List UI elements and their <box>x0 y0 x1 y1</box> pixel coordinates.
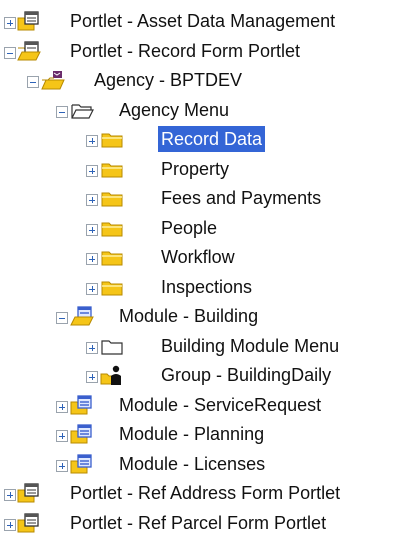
expand-toggle-icon[interactable] <box>56 430 68 442</box>
tree-item-label[interactable]: Portlet - Ref Address Form Portlet <box>67 480 343 506</box>
tree-item-label[interactable]: Module - Planning <box>116 421 267 447</box>
expand-toggle-icon[interactable] <box>86 283 98 295</box>
tree-item[interactable]: Portlet - Ref Parcel Form Portlet <box>0 510 414 539</box>
tree-item-label[interactable]: Building Module Menu <box>158 333 342 359</box>
tree-item[interactable]: People <box>0 215 414 244</box>
portlet-icon <box>17 10 41 32</box>
collapse-toggle-icon[interactable] <box>4 47 16 59</box>
expand-toggle-icon[interactable] <box>56 401 68 413</box>
tree-item[interactable]: Agency - BPTDEV <box>0 67 414 96</box>
tree-item-label[interactable]: Module - ServiceRequest <box>116 392 324 418</box>
folder-icon <box>100 217 124 239</box>
tree-item-label[interactable]: Agency - BPTDEV <box>91 67 245 93</box>
folder-icon <box>100 276 124 298</box>
expand-toggle-icon[interactable] <box>86 342 98 354</box>
expand-toggle-icon[interactable] <box>4 519 16 531</box>
tree-item[interactable]: Module - ServiceRequest <box>0 392 414 421</box>
tree-item[interactable]: Property <box>0 156 414 185</box>
tree-item[interactable]: Fees and Payments <box>0 185 414 214</box>
tree-item-label[interactable]: Inspections <box>158 274 255 300</box>
portlet-open-icon <box>17 40 41 62</box>
tree-item-label[interactable]: Group - BuildingDaily <box>158 362 334 388</box>
tree-item[interactable]: Module - Building <box>0 303 414 332</box>
folder-icon <box>100 128 124 150</box>
tree-item-label[interactable]: Property <box>158 156 232 182</box>
portlet-icon <box>17 482 41 504</box>
tree-item[interactable]: Workflow <box>0 244 414 273</box>
tree-item-label[interactable]: Module - Licenses <box>116 451 268 477</box>
tree-item-label[interactable]: Record Data <box>158 126 266 152</box>
tree-item[interactable]: Record Data <box>0 126 414 155</box>
expand-toggle-icon[interactable] <box>56 460 68 472</box>
folder-icon <box>100 158 124 180</box>
expand-toggle-icon[interactable] <box>4 17 16 29</box>
expand-toggle-icon[interactable] <box>4 489 16 501</box>
agency-icon <box>41 69 65 91</box>
tree-item-label[interactable]: Agency Menu <box>116 97 232 123</box>
tree-item[interactable]: Portlet - Record Form Portlet <box>0 38 414 67</box>
tree-item[interactable]: Module - Planning <box>0 421 414 450</box>
folder-outline-icon <box>100 335 124 357</box>
portlet-icon <box>17 512 41 534</box>
expand-toggle-icon[interactable] <box>86 253 98 265</box>
expand-toggle-icon[interactable] <box>86 135 98 147</box>
tree-item[interactable]: Building Module Menu <box>0 333 414 362</box>
tree-item-label[interactable]: Fees and Payments <box>158 185 324 211</box>
tree-item[interactable]: Portlet - Ref Address Form Portlet <box>0 480 414 509</box>
open-folder-outline-icon <box>70 99 94 121</box>
tree-item-label[interactable]: Module - Building <box>116 303 261 329</box>
tree-item-label[interactable]: Portlet - Asset Data Management <box>67 8 338 34</box>
collapse-toggle-icon[interactable] <box>56 106 68 118</box>
tree-item[interactable]: Portlet - Asset Data Management <box>0 8 414 37</box>
module-icon <box>70 394 94 416</box>
folder-icon <box>100 246 124 268</box>
tree-item[interactable]: Inspections <box>0 274 414 303</box>
folder-icon <box>100 187 124 209</box>
tree-item[interactable]: Agency Menu <box>0 97 414 126</box>
expand-toggle-icon[interactable] <box>86 224 98 236</box>
tree-item-label[interactable]: Portlet - Ref Parcel Form Portlet <box>67 510 329 536</box>
collapse-toggle-icon[interactable] <box>27 76 39 88</box>
tree-view: Portlet - Asset Data Management Portlet -… <box>0 0 414 533</box>
module-open-icon <box>70 305 94 327</box>
expand-toggle-icon[interactable] <box>86 165 98 177</box>
module-icon <box>70 423 94 445</box>
expand-toggle-icon[interactable] <box>86 371 98 383</box>
tree-item-label[interactable]: Portlet - Record Form Portlet <box>67 38 303 64</box>
tree-item[interactable]: Module - Licenses <box>0 451 414 480</box>
expand-toggle-icon[interactable] <box>86 194 98 206</box>
tree-item-label[interactable]: Workflow <box>158 244 238 270</box>
tree-item[interactable]: Group - BuildingDaily <box>0 362 414 391</box>
tree-item-label[interactable]: People <box>158 215 220 241</box>
collapse-toggle-icon[interactable] <box>56 312 68 324</box>
group-icon <box>100 364 124 386</box>
module-icon <box>70 453 94 475</box>
